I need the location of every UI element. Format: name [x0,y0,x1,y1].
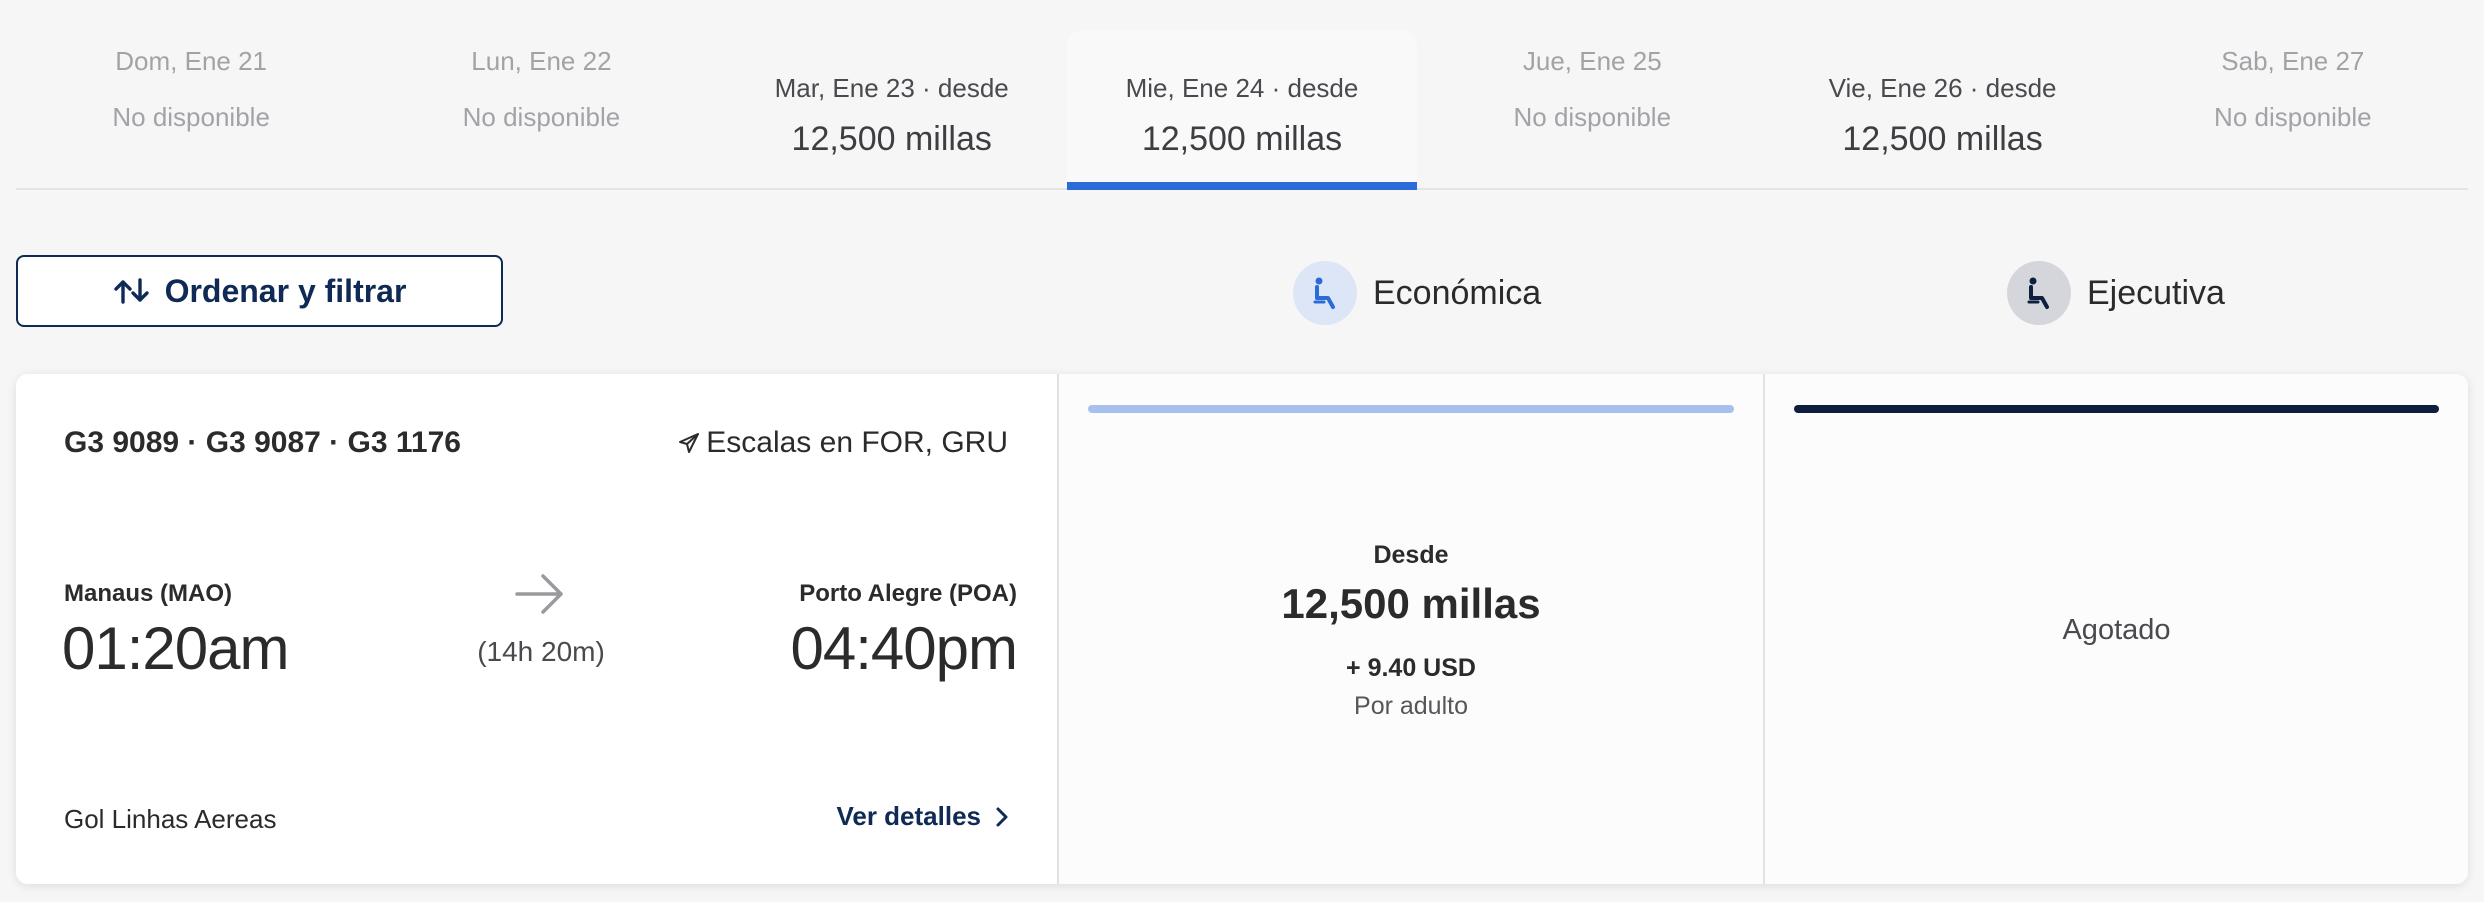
date-tab-label: Lun, Ene 22 [471,46,612,76]
cabin-label-economy: Económica [1373,273,1542,312]
date-tab-sat-27[interactable]: Sab, Ene 27 No disponible [2118,30,2468,188]
date-tab-value: 12,500 millas [1141,120,1343,158]
date-selector: Dom, Ene 21 No disponible Lun, Ene 22 No… [16,30,2468,190]
origin-city: Manaus (MAO) [64,580,232,607]
date-tab-label: Sab, Ene 27 [2221,46,2365,76]
cabin-label-business: Ejecutiva [2087,273,2225,312]
flight-search-results: Dom, Ene 21 No disponible Lun, Ene 22 No… [0,0,2484,902]
cabin-header-economy: Económica [1293,261,1541,325]
fare-from-label: Desde [1373,541,1449,569]
fare-option-business: Agotado [1763,374,2468,884]
economy-color-bar [1088,405,1734,413]
date-tab-thu-25[interactable]: Jue, Ene 25 No disponible [1417,30,1767,188]
arrow-right-icon [515,574,563,614]
stops-info: Escalas en FOR, GRU [678,426,1008,460]
date-tab-tue-23[interactable]: Mar, Ene 23 · desde 12,500 millas [717,30,1067,188]
date-tab-mon-22[interactable]: Lun, Ene 22 No disponible [366,30,716,188]
flight-info-panel: G3 9089 · G3 9087 · G3 1176 Escalas en F… [16,374,1057,884]
stops-text: Escalas en FOR, GRU [706,426,1008,459]
fare-per-adult: Por adulto [1354,692,1468,720]
date-tab-label: Dom, Ene 21 [115,46,268,76]
selected-date-indicator [1066,182,1418,190]
airplane-icon [679,433,700,453]
view-details-label: Ver detalles [836,801,981,831]
seat-icon-badge [2007,261,2071,325]
business-color-bar [1794,405,2439,413]
date-tab-label: Jue, Ene 25 [1522,46,1662,76]
fare-taxes: + 9.40 USD [1346,654,1476,682]
cabin-header-business: Ejecutiva [2007,261,2225,325]
fare-option-economy[interactable]: Desde 12,500 millas + 9.40 USD Por adult… [1057,374,1763,884]
sort-filter-button[interactable]: Ordenar y filtrar [16,255,503,327]
sold-out-status: Agotado [2062,614,2171,646]
flight-result-card: G3 9089 · G3 9087 · G3 1176 Escalas en F… [16,374,2468,884]
chevron-right-icon [996,807,1008,826]
seat-icon-badge [1293,261,1357,325]
destination-city: Porto Alegre (POA) [799,580,1017,607]
arrival-time: 04:40pm [790,615,1018,682]
date-tab-value: No disponible [1513,102,1672,132]
date-tab-label: Mie, Ene 24 · desde [1125,73,1359,103]
sort-filter-label: Ordenar y filtrar [164,272,407,309]
sort-arrows-icon [113,278,149,304]
flight-duration: (14h 20m) [477,636,605,667]
date-tab-label: Vie, Ene 26 · desde [1828,73,2057,103]
seat-icon [1313,277,1335,309]
date-tab-sun-21[interactable]: Dom, Ene 21 No disponible [16,30,366,188]
date-tab-fri-26[interactable]: Vie, Ene 26 · desde 12,500 millas [1767,30,2117,188]
date-tab-value: 12,500 millas [791,120,992,158]
date-tab-value: 12,500 millas [1842,120,2043,158]
seat-icon [2027,277,2049,309]
departure-time: 01:20am [62,615,289,682]
view-details-link[interactable]: Ver detalles [836,801,1009,832]
flight-numbers: G3 9089 · G3 9087 · G3 1176 [64,426,461,459]
date-tab-value: No disponible [2214,102,2372,132]
date-tab-wed-24-selected[interactable]: Mie, Ene 24 · desde 12,500 millas [1066,30,1418,190]
date-tab-label: Mar, Ene 23 · desde [774,73,1009,103]
date-tab-value: No disponible [462,102,621,132]
fare-price: 12,500 millas [1281,580,1541,627]
airline-name: Gol Linhas Aereas [64,804,277,834]
date-tab-value: No disponible [112,102,270,132]
